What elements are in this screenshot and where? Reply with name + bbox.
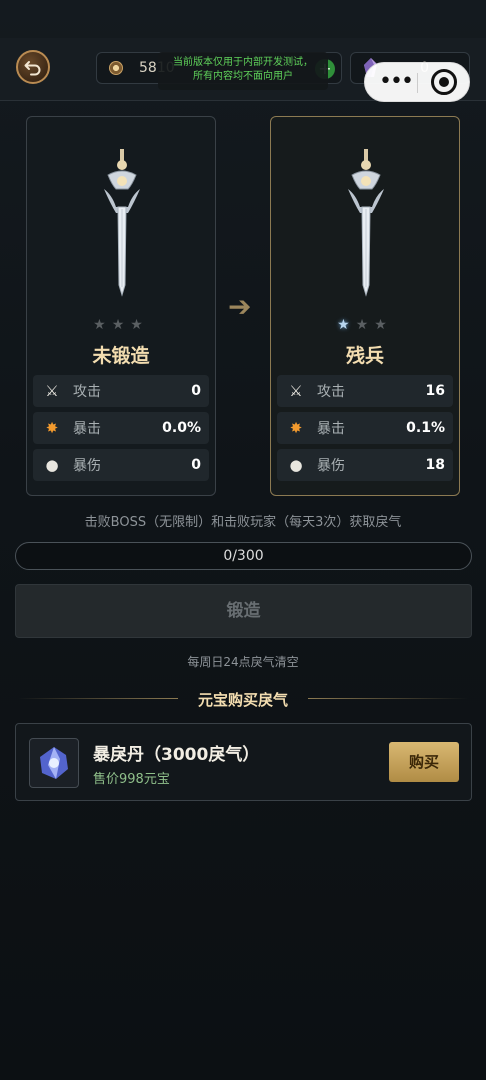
stat-value: 16 xyxy=(425,383,445,399)
stat-row-crit: ✸ 暴击 0.0% xyxy=(33,412,209,444)
star-icon: ★ xyxy=(337,317,356,333)
star-icon: ★ xyxy=(374,317,393,333)
item-icon xyxy=(29,738,79,788)
stat-value: 0.1% xyxy=(406,420,445,436)
notice-line-2: 所有内容均不面向用户 xyxy=(193,71,293,82)
close-capsule-icon[interactable] xyxy=(431,69,457,95)
stat-label: 攻击 xyxy=(317,384,345,400)
current-weapon-title: 未锻造 xyxy=(92,345,150,367)
stat-value: 18 xyxy=(425,457,445,473)
crystal-orb-icon xyxy=(40,747,68,779)
burst-icon: ✸ xyxy=(289,419,303,437)
more-menu-icon[interactable]: ••• xyxy=(379,71,414,93)
current-weapon-card: ★★★ 未锻造 ⚔ 攻击 0 ✸ 暴击 0.0% ● 暴伤 0 xyxy=(26,116,216,496)
star-icon: ★ xyxy=(111,317,131,333)
star-icon: ★ xyxy=(130,317,149,333)
acquire-hint: 击败BOSS（无限制）和击败玩家（每天3次）获取戾气 xyxy=(84,515,402,530)
divider-right xyxy=(308,698,468,699)
sword-icon xyxy=(104,149,140,297)
stat-value: 0 xyxy=(191,457,201,473)
back-arrow-icon xyxy=(24,61,41,76)
stat-label: 暴击 xyxy=(73,421,101,437)
stat-row-attack: ⚔ 攻击 0 xyxy=(33,375,209,407)
stat-row-crit-damage: ● 暴伤 0 xyxy=(33,449,209,481)
stat-label: 暴击 xyxy=(317,421,345,437)
capsule-divider xyxy=(417,73,418,93)
stat-row-crit-damage: ● 暴伤 18 xyxy=(277,449,453,481)
weekly-reset-note: 每周日24点戾气清空 xyxy=(187,655,299,669)
dev-notice: 当前版本仅用于内部开发测试， 所有内容均不面向用户 xyxy=(158,52,328,90)
back-button[interactable] xyxy=(16,50,50,84)
item-name: 暴戾丹（3000戾气） xyxy=(93,745,260,765)
star-icon: ★ xyxy=(355,317,375,333)
progress-text: 0/300 xyxy=(223,548,264,564)
bomb-icon: ● xyxy=(45,456,59,474)
upgrade-arrow-icon: ➔ xyxy=(228,290,252,323)
stat-value: 0 xyxy=(191,383,201,399)
miniprogram-capsule: ••• xyxy=(364,62,470,102)
swords-icon: ⚔ xyxy=(289,382,303,400)
sword-icon xyxy=(348,149,384,297)
shop-section-title: 元宝购买戾气 xyxy=(197,691,288,709)
shop-item-card: 暴戾丹（3000戾气） 售价998元宝 购买 xyxy=(15,723,472,801)
stat-value: 0.0% xyxy=(162,420,201,436)
stat-row-crit: ✸ 暴击 0.1% xyxy=(277,412,453,444)
star-rating: ★★★ xyxy=(271,317,459,333)
star-icon: ★ xyxy=(93,317,112,333)
coin-icon xyxy=(109,61,123,75)
burst-icon: ✸ xyxy=(45,419,59,437)
bomb-icon: ● xyxy=(289,456,303,474)
next-weapon-title: 残兵 xyxy=(345,345,384,367)
next-weapon-card: ★★★ 残兵 ⚔ 攻击 16 ✸ 暴击 0.1% ● 暴伤 18 xyxy=(270,116,460,496)
progress-bar: 0/300 xyxy=(15,542,472,570)
star-rating: ★★★ xyxy=(27,317,215,333)
stat-label: 攻击 xyxy=(73,384,101,400)
buy-button[interactable]: 购买 xyxy=(389,742,459,782)
item-price: 售价998元宝 xyxy=(93,772,170,787)
swords-icon: ⚔ xyxy=(45,382,59,400)
forge-button[interactable]: 锻造 xyxy=(15,584,472,638)
stat-label: 暴伤 xyxy=(73,458,101,474)
stat-label: 暴伤 xyxy=(317,458,345,474)
stat-row-attack: ⚔ 攻击 16 xyxy=(277,375,453,407)
notice-line-1: 当前版本仅用于内部开发测试， xyxy=(173,57,313,68)
